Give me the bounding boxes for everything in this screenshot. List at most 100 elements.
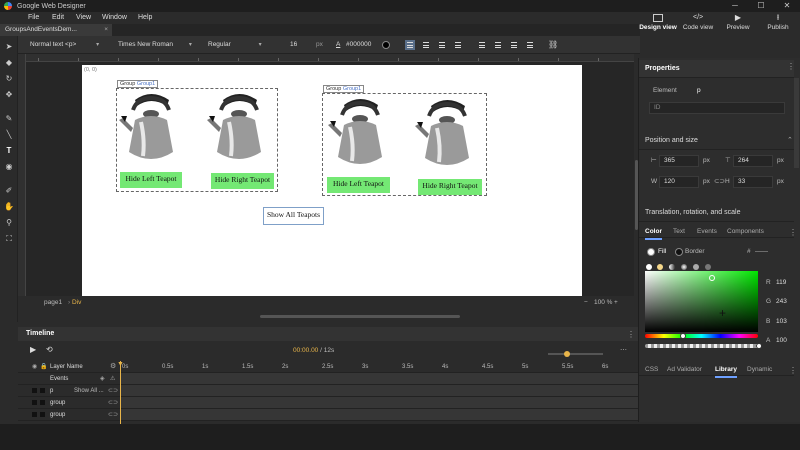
stage-horizontal-scrollbar[interactable]	[260, 315, 460, 318]
tab-css[interactable]: CSS	[645, 364, 658, 376]
line-tool-icon[interactable]: ╲	[4, 130, 14, 140]
pen-tool-icon[interactable]: ✎	[4, 114, 14, 124]
hue-slider[interactable]	[645, 334, 758, 338]
swatch-icon[interactable]	[693, 264, 699, 270]
hide-right-teapot-button-2[interactable]: Hide Right Teapot	[418, 179, 482, 195]
timeline-track[interactable]	[120, 385, 638, 396]
3d-rotation-tool-icon[interactable]: ↻	[4, 74, 14, 84]
timeline-playhead[interactable]	[120, 361, 121, 424]
align-right-button[interactable]	[437, 40, 447, 50]
timeline-row-p[interactable]: p Show All ... ⊂⊃	[18, 385, 638, 397]
b-value[interactable]: 103	[776, 318, 787, 325]
loop-icon[interactable]: ⟲	[46, 345, 53, 354]
height-input[interactable]: 33	[733, 176, 773, 188]
tab-ad-validator[interactable]: Ad Validator	[667, 364, 702, 376]
minimize-icon[interactable]: ─	[722, 0, 748, 12]
picker-handle[interactable]	[709, 275, 715, 281]
numbered-list-button[interactable]	[477, 40, 487, 50]
timeline-zoom-handle[interactable]	[564, 351, 570, 357]
zoom-tool-icon[interactable]: ⚲	[4, 218, 14, 228]
color-menu-icon[interactable]: ⋮	[789, 228, 797, 237]
timeline-zoom-slider[interactable]	[548, 353, 603, 355]
timeline-expand-icon[interactable]: ⋯	[620, 346, 627, 354]
fill-label[interactable]: Fill	[658, 246, 666, 258]
layer-settings-icon[interactable]: ⚙	[110, 361, 116, 373]
hex-input[interactable]: ——	[755, 246, 768, 258]
tab-library[interactable]: Library	[715, 364, 738, 378]
timeline-row-group[interactable]: group ⊂⊃	[18, 397, 638, 409]
tag-tool-icon[interactable]: ◆	[4, 58, 14, 68]
link-icon[interactable]: ⛓	[548, 36, 558, 54]
lock-ratio-icon[interactable]: ⊂⊃	[714, 176, 725, 188]
color-saturation-picker[interactable]	[645, 271, 758, 332]
link-icon[interactable]: ⊂⊃	[108, 397, 118, 409]
play-icon[interactable]: ▶	[30, 345, 36, 354]
image-fill-icon[interactable]	[705, 264, 711, 270]
tab-text[interactable]: Text	[673, 226, 685, 238]
visibility-toggle[interactable]	[32, 400, 37, 405]
indent-button[interactable]	[525, 40, 535, 50]
hide-left-teapot-button-1[interactable]: Hide Left Teapot	[120, 172, 182, 188]
a-value[interactable]: 100	[776, 337, 787, 344]
left-input[interactable]: 365	[659, 155, 699, 167]
show-all-teapots-button[interactable]: Show All Teapots	[263, 207, 324, 225]
border-label[interactable]: Border	[685, 246, 705, 258]
fill-swatch-icon[interactable]	[647, 248, 655, 256]
link-icon[interactable]: ⊂⊃	[108, 385, 118, 397]
menu-file[interactable]: File	[28, 12, 39, 24]
no-fill-icon[interactable]	[646, 264, 652, 270]
hue-slider-handle[interactable]	[680, 333, 686, 339]
align-center-button[interactable]	[421, 40, 431, 50]
visibility-toggle[interactable]	[32, 412, 37, 417]
align-left-button[interactable]	[405, 40, 415, 50]
font-select[interactable]: Times New Roman ▾	[118, 36, 192, 54]
font-size-input[interactable]: 16	[290, 36, 297, 54]
menu-edit[interactable]: Edit	[52, 12, 64, 24]
hand-tool-icon[interactable]: ✋	[4, 202, 14, 212]
lock-icon[interactable]: 🔒	[40, 361, 47, 373]
r-value[interactable]: 119	[776, 279, 786, 286]
width-input[interactable]: 120	[659, 176, 699, 188]
breadcrumb-page[interactable]: page1	[44, 296, 62, 310]
close-tab-icon[interactable]: ×	[104, 24, 108, 36]
code-view-button[interactable]: </> Code view	[678, 14, 718, 36]
lock-toggle[interactable]	[40, 412, 45, 417]
justify-button[interactable]	[453, 40, 463, 50]
timeline-row-events[interactable]: Events ◈ ⚠	[18, 373, 638, 385]
tab-color[interactable]: Color	[645, 226, 662, 240]
design-view-button[interactable]: Design view	[638, 14, 678, 36]
menu-help[interactable]: Help	[138, 12, 152, 24]
lock-toggle[interactable]	[40, 388, 45, 393]
menu-view[interactable]: View	[76, 12, 91, 24]
g-value[interactable]: 243	[776, 298, 787, 305]
text-color-value[interactable]: #000000	[346, 36, 371, 54]
hide-left-teapot-button-2[interactable]: Hide Left Teapot	[327, 177, 390, 193]
zoom-in-icon[interactable]: +	[614, 296, 618, 310]
alpha-slider-handle[interactable]	[756, 343, 762, 349]
zoom-level[interactable]: 100 %	[594, 296, 612, 310]
zoom-out-icon[interactable]: −	[584, 296, 588, 310]
maximize-icon[interactable]: ☐	[748, 0, 774, 12]
panel-scrollbar[interactable]	[794, 78, 799, 168]
crop-tool-icon[interactable]: ⛶	[4, 234, 14, 244]
3d-translation-tool-icon[interactable]: ✥	[4, 90, 14, 100]
timeline-menu-icon[interactable]: ⋮	[627, 330, 635, 339]
text-color-icon[interactable]: A	[336, 36, 340, 54]
format-select[interactable]: Normal text <p> ▾	[30, 36, 99, 54]
timeline-track[interactable]	[120, 373, 638, 384]
preview-button[interactable]: ▶ Preview	[718, 14, 758, 36]
fill-tool-icon[interactable]: ◉	[4, 162, 14, 172]
visibility-toggle[interactable]	[32, 388, 37, 393]
bullet-list-button[interactable]	[493, 40, 503, 50]
publish-button[interactable]: ⭱ Publish	[758, 14, 798, 36]
library-menu-icon[interactable]: ⋮	[789, 366, 797, 375]
outdent-button[interactable]	[509, 40, 519, 50]
tab-dynamic[interactable]: Dynamic	[747, 364, 772, 376]
alpha-slider[interactable]	[645, 344, 758, 348]
selection-tool-icon[interactable]: ➤	[4, 42, 14, 52]
tab-components[interactable]: Components	[727, 226, 764, 238]
top-input[interactable]: 264	[733, 155, 773, 167]
solid-fill-icon[interactable]	[657, 264, 663, 270]
hide-right-teapot-button-1[interactable]: Hide Right Teapot	[211, 173, 274, 189]
close-window-icon[interactable]: ✕	[774, 0, 800, 12]
